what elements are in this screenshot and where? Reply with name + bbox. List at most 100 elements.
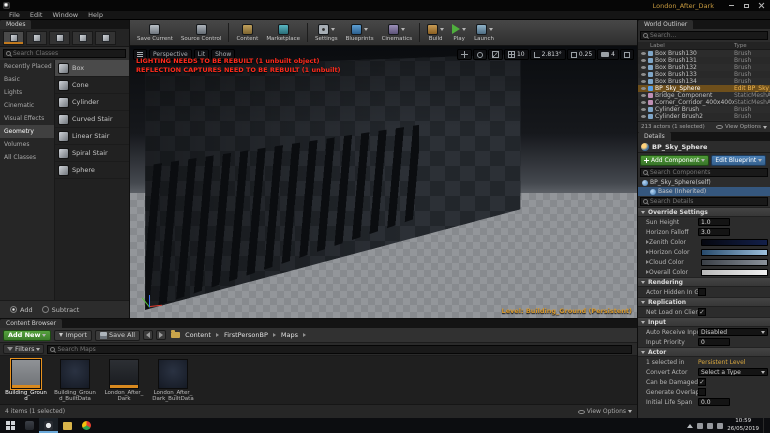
blueprints-button[interactable]: Blueprints <box>342 21 378 45</box>
place-item-spiral-stair[interactable]: Spiral Stair <box>55 145 129 162</box>
visibility-eye-icon[interactable] <box>641 94 646 97</box>
component-base-row[interactable]: Base (Inherited) <box>638 187 770 196</box>
visibility-eye-icon[interactable] <box>641 52 646 55</box>
persistent-level-link[interactable]: Persistent Level <box>698 359 745 366</box>
paint-mode-button[interactable] <box>26 30 47 45</box>
section-override-settings[interactable]: Override Settings <box>638 207 770 217</box>
outliner-row[interactable]: Box Brush134 Brush <box>638 78 770 85</box>
category-volumes[interactable]: Volumes <box>0 138 54 151</box>
scale-tool-button[interactable] <box>487 49 503 60</box>
visibility-eye-icon[interactable] <box>641 115 646 118</box>
edit-blueprint-button[interactable]: Edit Blueprint <box>711 154 767 166</box>
input-priority-input[interactable]: 0 <box>698 338 730 346</box>
asset-tile-building-ground[interactable]: Building_Ground <box>5 358 47 403</box>
unreal-editor-taskbar-button[interactable] <box>39 418 58 433</box>
scale-snap-toggle[interactable]: 0.25 <box>566 49 597 60</box>
visibility-eye-icon[interactable] <box>641 108 646 111</box>
outliner-row[interactable]: Box Brush131 Brush <box>638 57 770 64</box>
visibility-eye-icon[interactable] <box>641 59 646 62</box>
convert-actor-dropdown[interactable]: Select a Type <box>698 368 768 376</box>
tab-content-browser[interactable]: Content Browser <box>0 319 63 328</box>
section-input[interactable]: Input <box>638 317 770 327</box>
visibility-eye-icon[interactable] <box>641 66 646 69</box>
play-button[interactable]: Play <box>448 21 470 45</box>
auto-receive-input-dropdown[interactable]: Disabled <box>698 328 768 336</box>
camera-speed-button[interactable]: 4 <box>597 49 619 60</box>
outliner-row[interactable]: Bridge_ComponentStaticMeshActor <box>638 92 770 99</box>
maximize-viewport-button[interactable] <box>620 49 634 60</box>
tab-details[interactable]: Details <box>638 132 671 141</box>
column-type[interactable]: Type <box>734 43 770 49</box>
category-geometry[interactable]: Geometry <box>0 125 54 138</box>
asset-search-input[interactable] <box>57 345 629 353</box>
tab-world-outliner[interactable]: World Outliner <box>638 20 694 29</box>
foliage-mode-button[interactable] <box>72 30 93 45</box>
visibility-eye-icon[interactable] <box>641 73 646 76</box>
outliner-row-selected[interactable]: BP_Sky_SphereEdit BP_Sky_Sphere <box>638 85 770 92</box>
cinematics-button[interactable]: Cinematics <box>378 21 417 45</box>
outliner-view-options-button[interactable]: View Options <box>715 124 767 130</box>
visibility-eye-icon[interactable] <box>641 87 646 90</box>
menu-edit[interactable]: Edit <box>25 11 48 19</box>
section-rendering[interactable]: Rendering <box>638 277 770 287</box>
tab-modes[interactable]: Modes <box>0 20 32 29</box>
content-button[interactable]: Content <box>232 21 262 45</box>
notifications-icon[interactable] <box>717 422 724 429</box>
search-details-input[interactable] <box>650 198 765 205</box>
category-recently-placed[interactable]: Recently Placed <box>0 60 54 73</box>
file-explorer-taskbar-button[interactable] <box>58 418 77 433</box>
outliner-search-input[interactable] <box>650 32 765 39</box>
category-all-classes[interactable]: All Classes <box>0 151 54 164</box>
close-button[interactable] <box>754 1 769 10</box>
settings-button[interactable]: Settings <box>311 21 342 45</box>
volume-icon[interactable] <box>707 422 714 429</box>
import-button[interactable]: Import <box>54 329 93 341</box>
asset-tile-building-ground-builtdata[interactable]: Building_Ground_BuiltData <box>54 359 96 403</box>
overall-color-swatch[interactable] <box>701 268 768 276</box>
add-new-button[interactable]: Add New <box>3 329 52 341</box>
net-load-checkbox[interactable]: ✓ <box>698 308 706 316</box>
category-basic[interactable]: Basic <box>0 73 54 86</box>
outliner-row[interactable]: Box Brush130 Brush <box>638 50 770 57</box>
asset-tile-london-after-dark[interactable]: London_After_Dark <box>103 359 145 403</box>
column-label[interactable]: Label <box>638 43 734 49</box>
show-desktop-button[interactable] <box>763 418 767 433</box>
generate-overlap-checkbox[interactable] <box>698 388 706 396</box>
rotate-tool-button[interactable] <box>472 49 487 60</box>
section-actor[interactable]: Actor <box>638 347 770 357</box>
breadcrumb-content[interactable]: Content <box>183 331 213 339</box>
geometry-mode-button[interactable] <box>95 30 116 45</box>
filters-button[interactable]: Filters <box>3 344 45 354</box>
brush-subtract-radio[interactable]: Subtract <box>41 306 79 314</box>
place-item-curved-stair[interactable]: Curved Stair <box>55 111 129 128</box>
breadcrumb-project[interactable]: FirstPersonBP <box>222 331 270 339</box>
menu-help[interactable]: Help <box>83 11 108 19</box>
build-button[interactable]: Build <box>423 21 448 45</box>
asset-tile-london-after-dark-builtdata[interactable]: London_After_Dark_BuiltData <box>152 359 194 403</box>
breadcrumb-folder[interactable]: Maps <box>279 331 300 339</box>
translate-tool-button[interactable] <box>456 49 472 60</box>
brush-add-radio[interactable]: Add <box>10 306 33 314</box>
category-visual-effects[interactable]: Visual Effects <box>0 112 54 125</box>
add-component-button[interactable]: Add Component <box>640 154 710 166</box>
visibility-eye-icon[interactable] <box>641 101 646 104</box>
taskbar-clock[interactable]: 10:59 26/05/2019 <box>727 418 759 432</box>
section-replication[interactable]: Replication <box>638 297 770 307</box>
menu-file[interactable]: File <box>4 11 25 19</box>
level-viewport[interactable]: Perspective Lit Show 10 2.813° 0.25 4 LI… <box>130 46 637 318</box>
zenith-color-swatch[interactable] <box>701 238 768 246</box>
place-item-cylinder[interactable]: Cylinder <box>55 94 129 111</box>
rotation-snap-toggle[interactable]: 2.813° <box>529 49 566 60</box>
grid-snap-toggle[interactable]: 10 <box>503 49 529 60</box>
landscape-mode-button[interactable] <box>49 30 70 45</box>
menu-window[interactable]: Window <box>47 11 83 19</box>
forward-button[interactable] <box>156 330 167 340</box>
actor-hidden-checkbox[interactable] <box>698 288 706 296</box>
tray-expand-icon[interactable] <box>687 423 694 428</box>
initial-life-span-input[interactable]: 0.0 <box>698 398 730 406</box>
can-be-damaged-checkbox[interactable]: ✓ <box>698 378 706 386</box>
source-control-button[interactable]: Source Control <box>177 21 226 45</box>
place-item-linear-stair[interactable]: Linear Stair <box>55 128 129 145</box>
launch-button[interactable]: Launch <box>470 21 498 45</box>
cb-view-options-button[interactable]: View Options <box>577 408 632 415</box>
